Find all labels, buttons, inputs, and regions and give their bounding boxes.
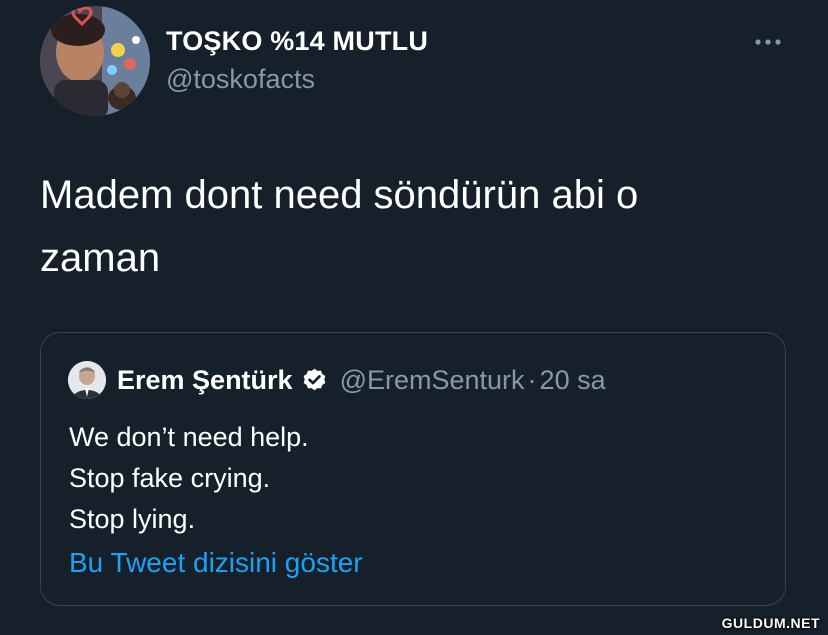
author-display-name[interactable]: TOŞKO %14 MUTLU bbox=[166, 26, 428, 57]
quoted-author-avatar[interactable] bbox=[68, 361, 106, 399]
quoted-tweet-text: We don’t need help. Stop fake crying. St… bbox=[69, 422, 309, 534]
more-horizontal-icon bbox=[755, 39, 781, 45]
verified-badge-icon bbox=[301, 367, 328, 394]
header-separator: · bbox=[527, 364, 537, 395]
quoted-author-handle[interactable]: @EremSenturk bbox=[340, 365, 525, 396]
quoted-author-display-name[interactable]: Erem Şentürk bbox=[117, 365, 293, 396]
show-thread-link[interactable]: Bu Tweet dizisini göster bbox=[69, 547, 363, 579]
quoted-tweet-header: Erem Şentürk @EremSenturk · 20 sa bbox=[117, 361, 606, 399]
tweet-text: Madem dont need söndürün abi o zaman bbox=[40, 173, 639, 280]
quoted-tweet-card[interactable]: Erem Şentürk @EremSenturk · 20 sa We don… bbox=[40, 332, 786, 606]
more-options-button[interactable] bbox=[748, 28, 788, 56]
author-avatar[interactable] bbox=[40, 6, 150, 116]
quoted-author-avatar-image bbox=[68, 361, 106, 399]
tweet-screenshot: TOŞKO %14 MUTLU @toskofacts Madem dont n… bbox=[0, 0, 828, 635]
site-watermark: GULDUM.NET bbox=[721, 615, 820, 631]
author-handle[interactable]: @toskofacts bbox=[166, 64, 315, 95]
author-avatar-image bbox=[40, 6, 150, 116]
quoted-tweet-timestamp[interactable]: 20 sa bbox=[540, 365, 606, 396]
